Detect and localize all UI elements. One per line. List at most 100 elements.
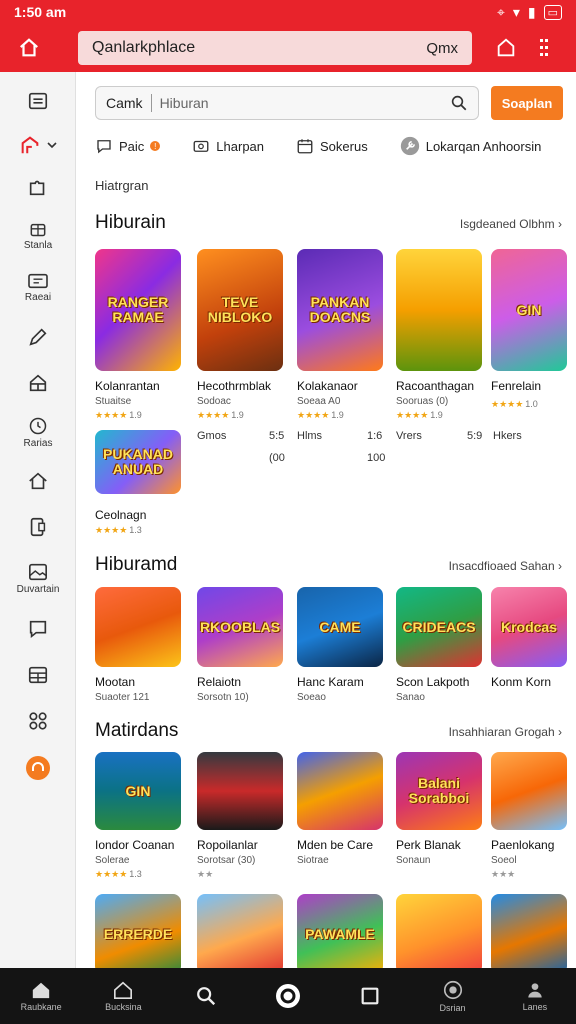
game-rating: ★★★★ 1.9	[197, 410, 244, 420]
game-card[interactable]: PUKANAD ANUAD Ceolnagn ★★★★ 1.3	[95, 430, 181, 536]
sidebar-item-clock[interactable]: Rarias	[0, 416, 76, 449]
stat-value: 100	[367, 452, 386, 464]
wifi-icon: ▾	[512, 3, 520, 20]
game-card[interactable]: TEVE NIBLOKO Hecothrmblak Sodoac ★★★★ 1.9	[197, 249, 283, 421]
sidebar-item-chat[interactable]	[0, 618, 76, 640]
game-title: Hanc Karam	[297, 675, 364, 689]
game-card[interactable]: ERRERDE	[95, 894, 181, 968]
search-icon[interactable]	[450, 94, 468, 112]
tabs-button[interactable]	[486, 28, 526, 68]
circle-icon	[275, 984, 300, 1008]
game-card[interactable]: Balani Sorabboi Perk Blanak Sonaun	[396, 752, 482, 866]
sidebar-item-list[interactable]	[0, 90, 76, 112]
game-card[interactable]: Ropoilanlar Sorotsar (30) ★★	[197, 752, 283, 880]
nav-search[interactable]	[165, 968, 247, 1024]
sidebar-item-label: Raeai	[24, 292, 52, 303]
game-subtitle: Soeol	[491, 855, 517, 866]
signal-icon: ▮	[527, 3, 536, 20]
game-card[interactable]: GIN Fenrelain ★★★★ 1.0	[491, 249, 567, 410]
game-subtitle: Solerae	[95, 855, 130, 866]
sidebar-item-home[interactable]	[0, 470, 76, 492]
home-icon	[29, 472, 47, 490]
filter-label: Lharpan	[216, 138, 265, 154]
nav-camera[interactable]: Dsrian	[411, 968, 493, 1024]
shop-icon	[29, 374, 47, 392]
section-see-all-link[interactable]: Insacdfioaed Sahan ›	[449, 559, 562, 573]
phone-icon	[30, 517, 46, 537]
person-icon	[528, 983, 542, 998]
filter-label: Paic	[119, 138, 145, 154]
sidebar-item-gift[interactable]: Stanla	[0, 218, 76, 251]
store-icon	[21, 136, 39, 154]
sidebar-item-puzzle[interactable]	[0, 176, 76, 198]
game-card[interactable]: Paenlokang Soeol ★★★	[491, 752, 567, 880]
game-card[interactable]	[491, 894, 567, 968]
game-title: Paenlokang	[491, 838, 555, 852]
section-see-all-link[interactable]: Insahhiaran Grogah ›	[449, 725, 562, 739]
game-card[interactable]: Racoanthagan Sooruas (0) ★★★★ 1.9	[396, 249, 482, 421]
game-card[interactable]: RANGER RAMAE Kolanrantan Stuaitse ★★★★ 1.…	[95, 249, 181, 421]
sidebar-item-ticket[interactable]: Raeai	[0, 272, 76, 303]
game-title: Perk Blanak	[396, 838, 461, 852]
filter-calendar[interactable]: Sokerus	[296, 137, 368, 155]
section-title: Hiburain	[95, 212, 166, 233]
divider	[150, 94, 152, 112]
nav-home[interactable]: Raubkane	[0, 968, 82, 1024]
game-card[interactable]: GIN Iondor Coanan Solerae ★★★★ 1.3	[95, 752, 181, 880]
sidebar-item-store[interactable]	[0, 134, 76, 156]
filter-chat[interactable]: Paic !	[95, 137, 161, 155]
game-subtitle: Sonaun	[396, 855, 431, 866]
nav-label: Raubkane	[20, 1002, 62, 1012]
house-outline-icon	[497, 38, 515, 57]
sidebar-item-grid[interactable]	[0, 664, 76, 686]
sidebar-item-image[interactable]: Duvartain	[0, 562, 76, 595]
game-title: Ropoilanlar	[197, 838, 258, 852]
section-see-all-link[interactable]: Isgdeaned Olbhm ›	[460, 217, 562, 231]
game-card[interactable]: Mootan Suaoter 121	[95, 587, 181, 703]
search-category[interactable]: Camk	[106, 95, 143, 111]
game-card[interactable]: CAME Hanc Karam Soeao	[297, 587, 383, 703]
filter-label: Lokarqan Anhoorsin	[425, 138, 542, 154]
more-vert-icon	[540, 39, 548, 56]
url-bar[interactable]: Qanlarkphlace Qmx	[78, 31, 472, 65]
game-subtitle: Soeao	[297, 692, 326, 703]
filter-camera[interactable]: Lharpan	[192, 137, 264, 155]
stat-value: 5:9	[467, 430, 483, 442]
sidebar-item-shop[interactable]	[0, 372, 76, 394]
search-input[interactable]: Camk Hiburan	[95, 86, 479, 120]
location-icon: ⌖	[496, 3, 505, 20]
game-card[interactable]: RKOOBLAS Relaiotn Sorsotn 10)	[197, 587, 283, 703]
stat-label: Hlms	[297, 430, 323, 442]
game-card[interactable]	[396, 894, 482, 968]
search-button[interactable]: Soaplan	[491, 86, 563, 120]
stat-label: Gmos	[197, 430, 227, 442]
game-card[interactable]: PANKAN DOACNS Kolakanaor Soeaa A0 ★★★★ 1.…	[297, 249, 383, 421]
nav-label: Lanes	[522, 1002, 548, 1012]
home-button[interactable]	[0, 24, 58, 72]
game-title: Fenrelain	[491, 379, 542, 393]
sidebar-item-phone[interactable]	[0, 516, 76, 538]
image-icon	[29, 563, 47, 581]
game-thumbnail	[491, 894, 567, 968]
home-icon	[32, 982, 50, 999]
game-title: Relaiotn	[197, 675, 242, 689]
game-card[interactable]: Mden be Care Siotrae	[297, 752, 383, 866]
filter-label: Sokerus	[320, 138, 368, 154]
game-card[interactable]: Krodcas Konm Korn	[491, 587, 567, 692]
nav-home-circle[interactable]	[247, 968, 329, 1024]
game-card[interactable]: PAWAMLE	[297, 894, 383, 968]
nav-profile[interactable]: Lanes	[494, 968, 576, 1024]
stat-label: Hkers	[493, 430, 522, 442]
filter-tool[interactable]: Lokarqan Anhoorsin	[400, 136, 542, 156]
game-card[interactable]	[197, 894, 283, 968]
nav-recents[interactable]	[329, 968, 411, 1024]
grid-icon	[28, 666, 48, 684]
more-menu-button[interactable]	[526, 28, 562, 68]
sidebar-item-pencil[interactable]	[0, 326, 76, 348]
sidebar-item-headset[interactable]	[0, 756, 76, 780]
game-title: Iondor Coanan	[95, 838, 175, 852]
search-icon	[196, 987, 215, 1006]
game-card[interactable]: CRIDEACS Scon Lakpoth Sanao	[396, 587, 482, 703]
nav-house[interactable]: Bucksina	[82, 968, 164, 1024]
sidebar-item-apps[interactable]	[0, 710, 76, 732]
